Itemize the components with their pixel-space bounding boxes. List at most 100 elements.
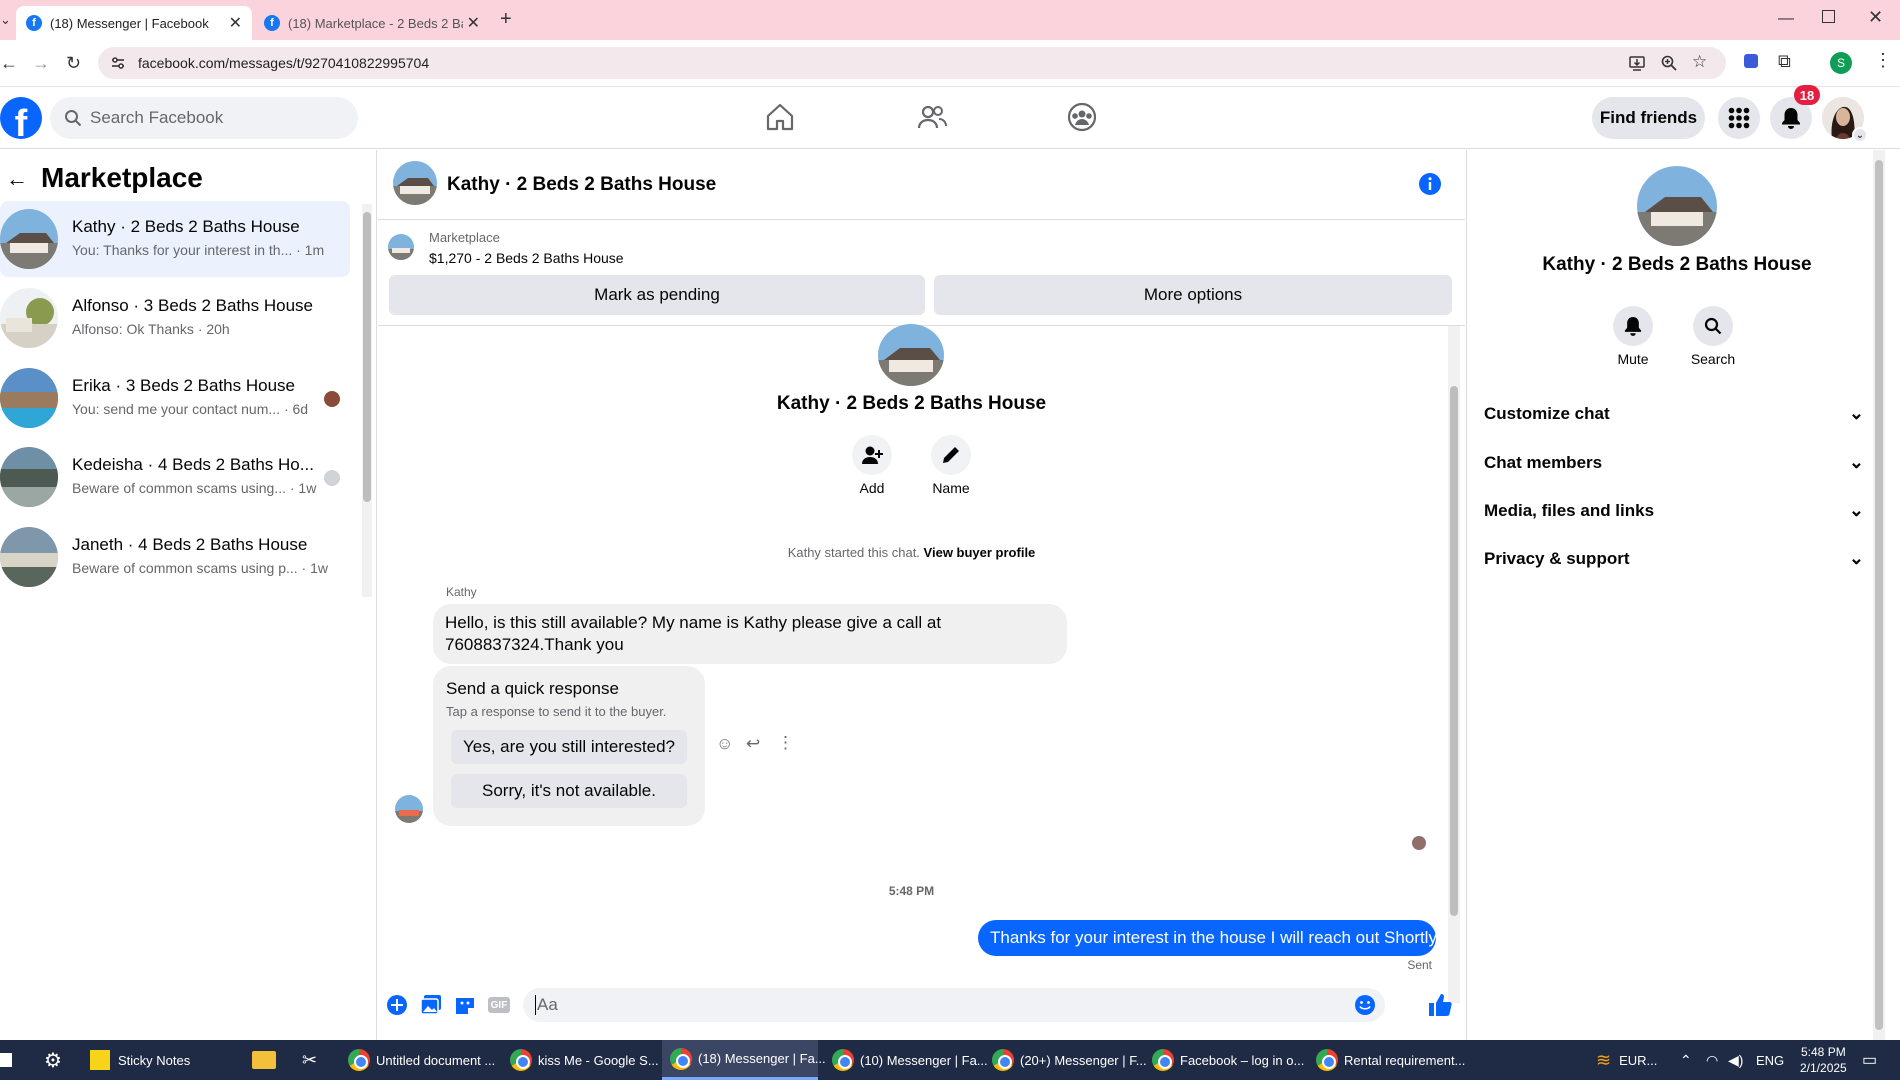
quick-reply-option[interactable]: Yes, are you still interested? [451,730,687,764]
listing-price-title[interactable]: $1,270 - 2 Beds 2 Baths House [429,250,624,266]
search-in-chat-button[interactable] [1693,306,1733,346]
edit-name-button[interactable] [931,435,971,475]
page-scrollbar[interactable] [1873,150,1885,1040]
tab-messenger[interactable]: f (18) Messenger | Facebook ✕ [16,6,252,40]
tab-marketplace[interactable]: f (18) Marketplace - 2 Beds 2 Bat ✕ [254,6,490,40]
account-chevron-icon[interactable]: ⌄ [1852,127,1868,143]
extensions-puzzle-icon[interactable]: ⧉ [1778,51,1791,72]
more-options-button[interactable]: More options [934,275,1452,315]
menu-button[interactable] [1718,97,1760,139]
browser-tab-bar: ⌄ f (18) Messenger | Facebook ✕ f (18) M… [0,0,1900,40]
quick-reply-option[interactable]: Sorry, it's not available. [451,774,687,808]
conversation-item[interactable]: Alfonso · 3 Beds 2 Baths House Alfonso: … [0,280,350,356]
taskbar-item[interactable]: (20+) Messenger | F... [992,1040,1147,1080]
sender-avatar[interactable] [395,795,423,823]
browser-menu-icon[interactable]: ⋮ [1874,50,1892,71]
snipping-tool-icon[interactable]: ✂ [302,1040,317,1080]
facebook-logo[interactable]: f [0,97,42,139]
friends-nav-icon[interactable] [916,101,948,133]
conversation-list-panel: ← Marketplace Kathy · 2 Beds 2 Baths Hou… [0,150,377,1040]
chat-members-section[interactable]: Chat members ⌄ [1484,452,1864,473]
chat-scrollbar[interactable] [1448,326,1460,1003]
site-info-icon[interactable] [110,55,126,71]
customize-chat-section[interactable]: Customize chat ⌄ [1484,403,1864,424]
conversation-info-icon[interactable] [1418,172,1442,196]
search-input[interactable]: Search Facebook [50,97,358,139]
new-tab-button[interactable]: + [500,8,512,31]
close-tab-icon[interactable]: ✕ [229,13,242,33]
clock[interactable]: 5:48 PM 2/1/2025 [1800,1040,1847,1080]
listing-source: Marketplace [429,230,500,245]
reload-button[interactable]: ↻ [66,53,81,74]
conversation-item[interactable]: Janeth · 4 Beds 2 Baths House Beware of … [0,519,350,595]
media-files-links-section[interactable]: Media, files and links ⌄ [1484,500,1864,521]
volume-icon[interactable]: ◀) [1728,1040,1743,1080]
window-close-button[interactable]: ✕ [1868,7,1883,28]
taskbar-item[interactable]: Untitled document ... [348,1040,498,1080]
notification-center-icon[interactable]: ▭ [1862,1040,1877,1080]
conversation-name: Kedeisha · 4 Beds 2 Baths Ho... [72,455,314,474]
back-arrow-icon[interactable]: ← [6,166,28,192]
close-tab-icon[interactable]: ✕ [467,13,480,33]
info-avatar [1637,166,1717,246]
taskbar-item[interactable]: Rental requirement... [1316,1040,1466,1080]
plus-icon[interactable] [386,994,408,1016]
conversation-item[interactable]: Kathy · 2 Beds 2 Baths House You: Thanks… [0,201,350,277]
currency-widget[interactable]: ≋ EUR... [1596,1040,1657,1080]
tab-list-chevron-icon[interactable]: ⌄ [0,12,11,28]
extension-icon[interactable] [1744,54,1758,68]
sticker-icon[interactable] [454,994,476,1016]
minimize-button[interactable]: — [1778,10,1794,28]
conversation-item[interactable]: Kedeisha · 4 Beds 2 Baths Ho... Beware o… [0,439,350,515]
outgoing-message[interactable]: Thanks for your interest in the house I … [978,920,1437,956]
react-emoji-icon[interactable]: ☺ [716,734,733,754]
tray-chevron-icon[interactable]: ⌃ [1680,1040,1692,1080]
message-input[interactable]: Aa [523,988,1385,1022]
back-button[interactable]: ← [0,53,18,74]
install-app-icon[interactable] [1628,54,1646,72]
mute-bell-icon [1624,316,1642,336]
chat-title[interactable]: Kathy · 2 Beds 2 Baths House [447,174,716,196]
pencil-icon [941,445,961,465]
add-people-button[interactable] [852,435,892,475]
file-explorer-icon[interactable] [252,1040,276,1080]
sidebar-scrollbar[interactable] [362,204,372,597]
mute-button[interactable] [1613,306,1653,346]
conversation-name: Erika · 3 Beds 2 Baths House [72,376,296,395]
more-actions-icon[interactable]: ⋮ [777,733,794,753]
reply-icon[interactable]: ↩ [746,734,760,754]
home-nav-icon[interactable] [764,101,796,133]
restore-button[interactable] [1822,10,1835,23]
listing-thumbnail[interactable] [388,234,414,260]
settings-gear-icon[interactable]: ⚙ [44,1040,62,1080]
emoji-icon[interactable] [1354,994,1376,1016]
forward-button[interactable]: → [32,53,50,74]
taskbar-item[interactable]: kiss Me - Google S... [510,1040,660,1080]
add-person-icon [862,445,884,465]
notifications-button[interactable]: 18 [1770,85,1820,139]
wifi-icon[interactable]: ◠ [1706,1040,1718,1080]
view-buyer-profile-link[interactable]: View buyer profile [924,545,1036,560]
bookmark-star-icon[interactable]: ☆ [1692,52,1707,72]
conversation-item[interactable]: Erika · 3 Beds 2 Baths House You: send m… [0,360,350,436]
bell-icon [1781,107,1801,129]
chat-avatar[interactable] [393,161,437,205]
groups-nav-icon[interactable] [1066,101,1098,133]
find-friends-button[interactable]: Find friends [1592,97,1705,139]
profile-avatar[interactable]: S [1830,52,1852,74]
privacy-support-section[interactable]: Privacy & support ⌄ [1484,548,1864,569]
photo-icon[interactable] [420,994,442,1016]
zoom-icon[interactable] [1660,54,1678,72]
start-icon[interactable] [0,1040,12,1080]
mark-as-pending-button[interactable]: Mark as pending [389,275,925,315]
currency-icon: ≋ [1596,1049,1612,1070]
taskbar-item[interactable]: Sticky Notes [90,1040,190,1080]
address-bar[interactable]: facebook.com/messages/t/9270410822995704… [98,47,1726,79]
taskbar-item[interactable]: (10) Messenger | Fa... [832,1040,988,1080]
language-indicator[interactable]: ENG [1756,1040,1784,1080]
like-thumb-icon[interactable] [1428,993,1452,1017]
taskbar-item[interactable]: Facebook – log in o... [1152,1040,1304,1080]
taskbar-item-active[interactable]: (18) Messenger | Fa... [662,1040,826,1080]
incoming-message[interactable]: Hello, is this still available? My name … [433,604,1067,664]
gif-icon[interactable]: GIF [488,997,510,1013]
